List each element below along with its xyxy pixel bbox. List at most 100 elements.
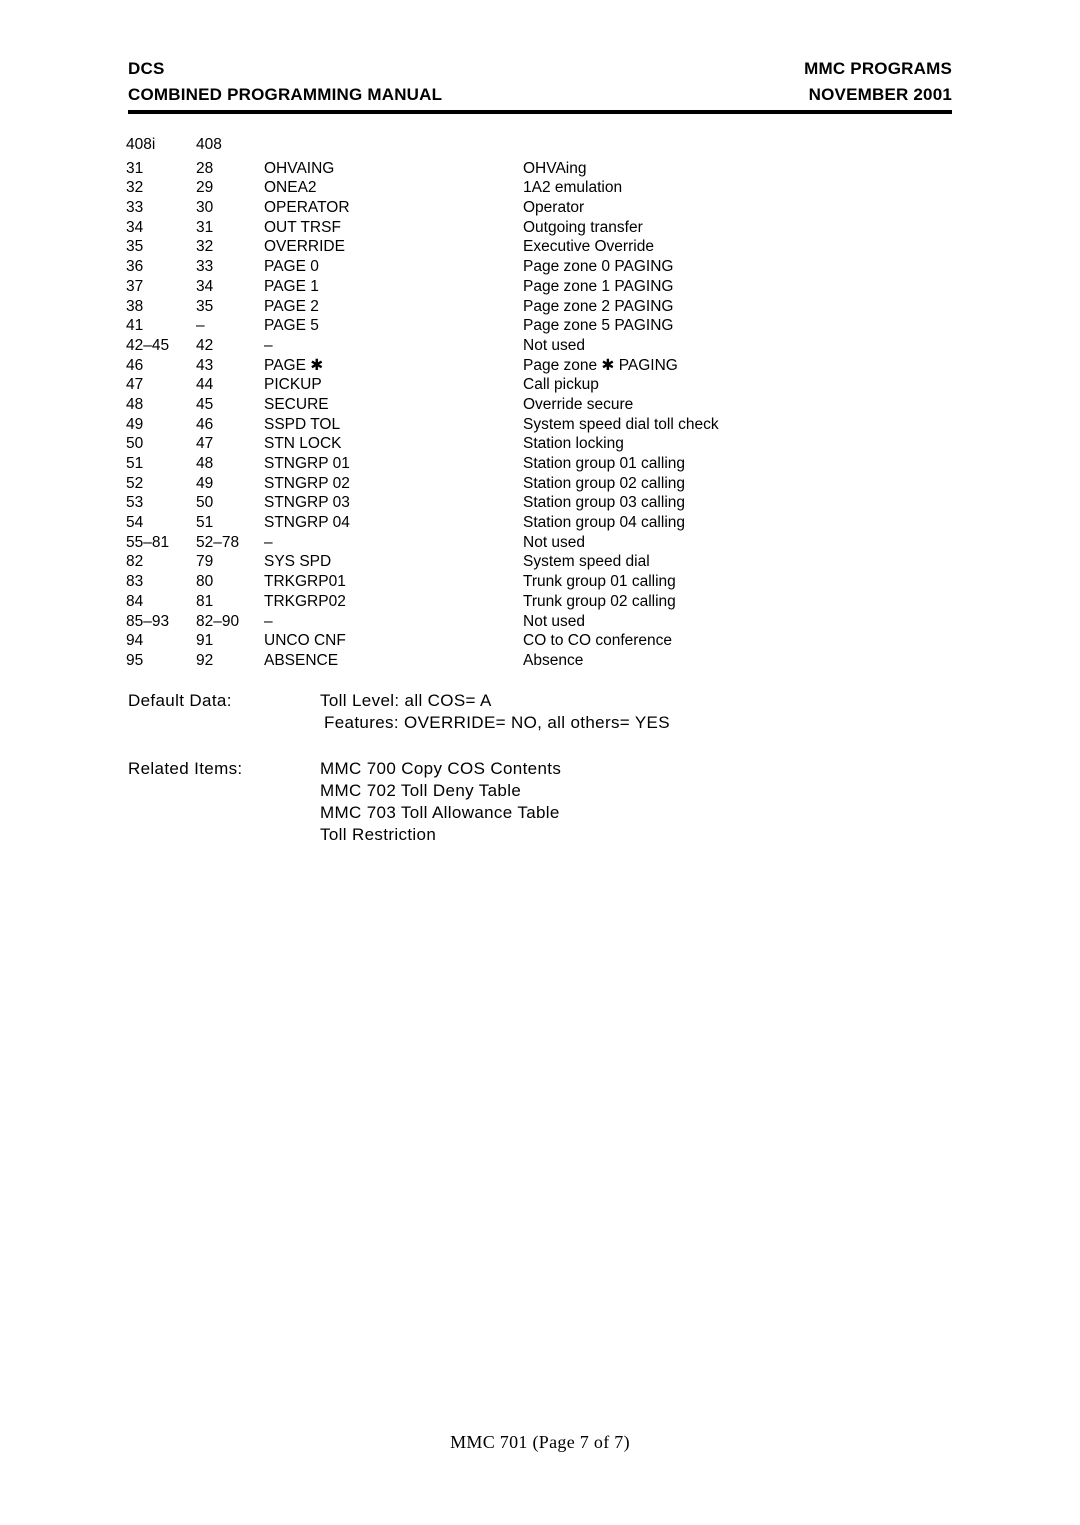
feature-description: Page zone 2 PAGING	[523, 297, 674, 315]
default-data-row-2: Features: OVERRIDE= NO, all others= YES	[0, 712, 1080, 734]
related-item-4: Toll Restriction	[320, 825, 437, 844]
related-items-row-4: Toll Restriction	[0, 824, 1080, 846]
feature-description: Operator	[523, 199, 585, 217]
feature-mnemonic: PAGE 1	[264, 277, 319, 295]
feature-description: 1A2 emulation	[523, 179, 623, 197]
table-row: 51 48 STNGRP 01 Station group 01 calling	[0, 454, 1080, 474]
feature-description: Trunk group 01 calling	[523, 573, 676, 591]
default-data-value-1: Toll Level: all COS= A	[320, 691, 492, 710]
default-data-section: Default Data: Toll Level: all COS= A Fea…	[0, 690, 1080, 734]
table-row: 94 91 UNCO CNF CO to CO conference	[0, 631, 1080, 651]
table-row: 84 81 TRKGRP02 Trunk group 02 calling	[0, 592, 1080, 612]
table-row: 37 34 PAGE 1 Page zone 1 PAGING	[0, 277, 1080, 297]
code-408: 91	[196, 632, 214, 650]
feature-description: System speed dial toll check	[523, 415, 719, 433]
code-408i: 49	[126, 415, 144, 433]
code-408i: 55–81	[126, 533, 170, 551]
feature-description: Station group 02 calling	[523, 474, 686, 492]
table-row: 82 79 SYS SPD System speed dial	[0, 552, 1080, 572]
table-row: 35 32 OVERRIDE Executive Override	[0, 237, 1080, 257]
code-408: 35	[196, 297, 214, 315]
page-footer: MMC 701 (Page 7 of 7)	[450, 1432, 630, 1452]
related-items-row-1: Related Items: MMC 700 Copy COS Contents	[0, 758, 1080, 780]
code-408: 92	[196, 651, 214, 669]
code-408: 80	[196, 573, 214, 591]
code-408: 50	[196, 494, 214, 512]
table-row: 52 49 STNGRP 02 Station group 02 calling	[0, 474, 1080, 494]
table-row: 50 47 STN LOCK Station locking	[0, 434, 1080, 454]
publication-date: NOVEMBER 2001	[808, 85, 952, 104]
page-header: DCS MMC PROGRAMS COMBINED PROGRAMMING MA…	[128, 56, 952, 108]
table-row: 47 44 PICKUP Call pickup	[0, 375, 1080, 395]
feature-mnemonic: PAGE 0	[264, 258, 319, 276]
feature-mnemonic: OVERRIDE	[264, 238, 345, 256]
code-408i: 46	[126, 356, 144, 374]
feature-description: Absence	[523, 651, 584, 669]
default-data-label: Default Data:	[128, 691, 232, 710]
code-408i: 33	[126, 199, 144, 217]
code-408i: 95	[126, 651, 144, 669]
feature-code-table: 408i 408 31 28 OHVAING OHVAing 32 29 ONEA2 1A2 …	[0, 135, 1080, 671]
table-row: 32 29 ONEA2 1A2 emulation	[0, 178, 1080, 198]
code-408i: 38	[126, 297, 144, 315]
feature-mnemonic: STN LOCK	[264, 435, 342, 453]
code-408: 44	[196, 376, 214, 394]
code-408i: 37	[126, 277, 144, 295]
feature-description: Not used	[523, 612, 586, 630]
header-line-1: DCS MMC PROGRAMS	[128, 56, 952, 82]
feature-mnemonic: ABSENCE	[264, 651, 339, 669]
code-408i: 31	[126, 159, 144, 177]
table-row: 42–45 42 – Not used	[0, 336, 1080, 356]
code-408: 42	[196, 336, 214, 354]
feature-description: Executive Override	[523, 238, 654, 256]
feature-mnemonic: –	[264, 612, 273, 630]
code-408i: 85–93	[126, 612, 170, 630]
feature-mnemonic: TRKGRP01	[264, 573, 346, 591]
code-408i: 32	[126, 179, 144, 197]
section-name: MMC PROGRAMS	[804, 59, 952, 78]
feature-description: Outgoing transfer	[523, 218, 643, 236]
table-row: 83 80 TRKGRP01 Trunk group 01 calling	[0, 572, 1080, 592]
manual-name-line1: DCS	[128, 59, 165, 78]
default-data-value-2: Features: OVERRIDE= NO, all others= YES	[324, 713, 670, 732]
feature-mnemonic: STNGRP 02	[264, 474, 350, 492]
code-408i: 51	[126, 455, 144, 472]
related-items-label: Related Items:	[128, 759, 243, 778]
code-408: 51	[196, 514, 214, 532]
feature-description: Page zone 0 PAGING	[523, 258, 674, 276]
table-row: 48 45 SECURE Override secure	[0, 395, 1080, 415]
feature-mnemonic: STNGRP 04	[264, 514, 350, 532]
feature-description: OHVAing	[523, 159, 587, 177]
default-data-row-1: Default Data: Toll Level: all COS= A	[0, 690, 1080, 712]
table-row: 41 – PAGE 5 Page zone 5 PAGING	[0, 316, 1080, 336]
feature-description: Station locking	[523, 435, 624, 453]
table-row: 53 50 STNGRP 03 Station group 03 calling	[0, 493, 1080, 513]
related-items-row-2: MMC 702 Toll Deny Table	[0, 780, 1080, 802]
related-items-row-3: MMC 703 Toll Allowance Table	[0, 802, 1080, 824]
code-408i: 54	[126, 514, 144, 532]
code-408i: 47	[126, 376, 144, 394]
code-408: 28	[196, 159, 214, 177]
table-row: 36 33 PAGE 0 Page zone 0 PAGING	[0, 257, 1080, 277]
feature-mnemonic: SYS SPD	[264, 553, 332, 571]
code-408: 46	[196, 415, 214, 433]
code-408i: 53	[126, 494, 144, 512]
feature-mnemonic: ONEA2	[264, 179, 317, 197]
table-header-row: 408i 408	[0, 135, 1080, 155]
table-row: 46 43 PAGE ✱ Page zone ✱ PAGING	[0, 356, 1080, 376]
feature-mnemonic: OHVAING	[264, 159, 335, 177]
code-408i: 83	[126, 573, 144, 591]
feature-description: Station group 01 calling	[523, 455, 686, 472]
code-408i: 42–45	[126, 336, 170, 354]
table-row: 38 35 PAGE 2 Page zone 2 PAGING	[0, 297, 1080, 317]
code-408i: 41	[126, 317, 144, 335]
code-408: 81	[196, 592, 214, 610]
feature-description: Page zone ✱ PAGING	[523, 356, 678, 374]
code-408: 52–78	[196, 533, 240, 551]
feature-description: System speed dial	[523, 553, 650, 571]
code-408: 48	[196, 455, 214, 472]
feature-mnemonic: SECURE	[264, 395, 329, 413]
code-408i: 34	[126, 218, 144, 236]
feature-mnemonic: TRKGRP02	[264, 592, 346, 610]
feature-description: Station group 03 calling	[523, 494, 686, 512]
